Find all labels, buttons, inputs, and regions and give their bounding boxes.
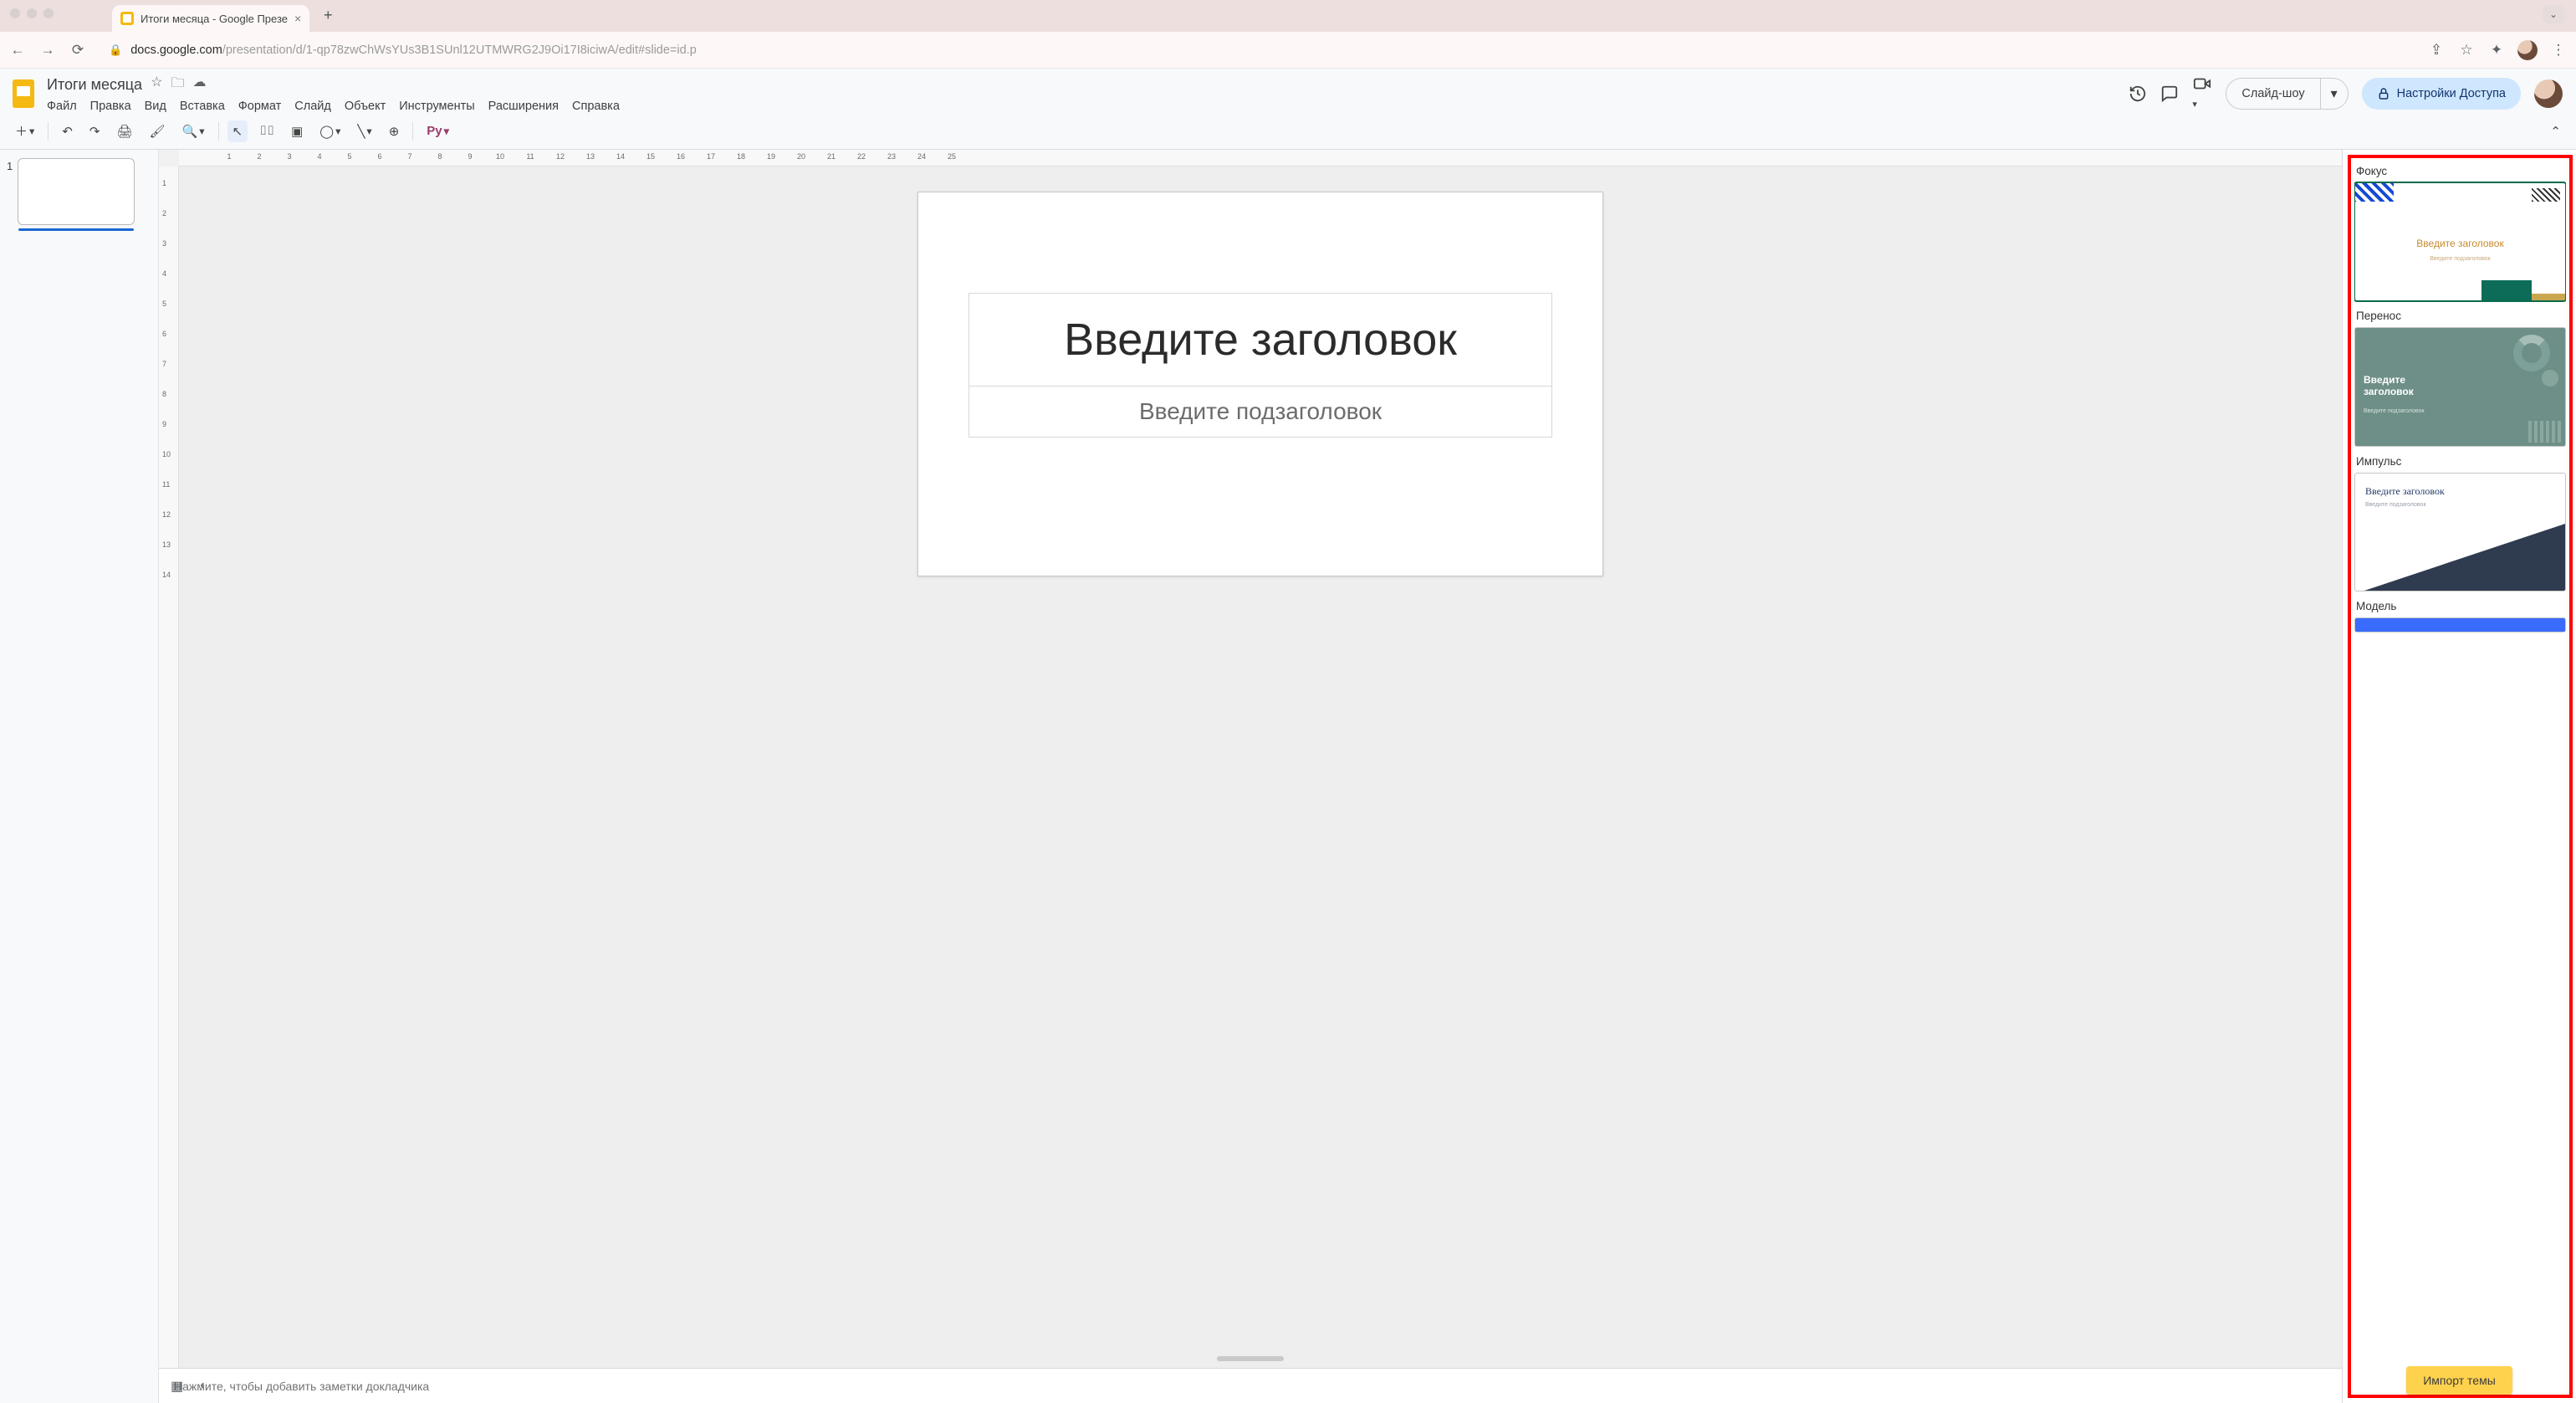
menu-insert[interactable]: Вставка [180, 100, 225, 113]
themes-panel: Темы × Фокус Введите заголовок Введите п… [2342, 150, 2576, 1403]
slide-canvas[interactable]: Введите заголовок Введите подзаголовок [179, 166, 2342, 1368]
explore-grid-icon[interactable]: ▦ [171, 1378, 183, 1395]
import-theme-label: Импорт темы [2423, 1374, 2496, 1387]
browser-toolbar: ← → ⟳ 🔒 docs.google.com/presentation/d/1… [0, 32, 2576, 69]
canvas-area: 1234567891011121314151617181920212223242… [159, 150, 2342, 1403]
menu-view[interactable]: Вид [145, 100, 166, 113]
doc-title[interactable]: Итоги месяца [47, 76, 142, 94]
notes-placeholder: Нажмите, чтобы добавить заметки докладчи… [174, 1380, 429, 1393]
app-header: Итоги месяца ☆ 🗀 ☁ Файл Правка Вид Встав… [0, 69, 2576, 113]
subtitle-placeholder[interactable]: Введите подзаголовок [969, 387, 1552, 438]
cloud-status-icon: ☁ [192, 74, 206, 96]
menu-slide[interactable]: Слайд [294, 100, 331, 113]
slides-logo-icon[interactable] [8, 79, 38, 109]
undo-icon[interactable]: ↶ [57, 120, 78, 142]
theme-name: Импульс [2356, 455, 2566, 468]
present-camera-icon[interactable]: ▾ [2192, 74, 2212, 112]
import-theme-button[interactable]: Импорт темы [2406, 1366, 2512, 1395]
browser-tab-strip: Итоги месяца - Google Презе × + ⌄ [0, 0, 2576, 32]
slide-thumbnail[interactable] [18, 158, 135, 225]
speaker-notes[interactable]: Нажмите, чтобы добавить заметки докладчи… [159, 1368, 2342, 1403]
window-controls[interactable] [10, 8, 54, 18]
tab-title: Итоги месяца - Google Презе [141, 13, 288, 25]
menu-bar: Файл Правка Вид Вставка Формат Слайд Объ… [47, 100, 620, 113]
nav-back-icon[interactable]: ← [8, 42, 27, 59]
move-folder-icon[interactable]: 🗀 [171, 74, 184, 96]
slides-app: Итоги месяца ☆ 🗀 ☁ Файл Правка Вид Встав… [0, 69, 2576, 1403]
menu-edit[interactable]: Правка [90, 100, 131, 113]
menu-extensions[interactable]: Расширения [488, 100, 559, 113]
profile-avatar-icon[interactable] [2517, 40, 2538, 60]
lock-icon: 🔒 [109, 44, 122, 57]
share-page-icon[interactable]: ⇪ [2427, 42, 2446, 59]
tab-close-icon[interactable]: × [294, 12, 301, 25]
background-button[interactable]: Py ▾ [422, 120, 454, 141]
slide-number: 1 [7, 158, 13, 1395]
print-icon[interactable]: 🖨 [111, 120, 137, 142]
window-close-icon[interactable] [10, 8, 20, 18]
url-host: docs.google.com [130, 44, 222, 57]
filmstrip[interactable]: 1 [0, 150, 159, 1403]
zoom-icon[interactable]: 🔍▾ [177, 120, 210, 142]
tab-favicon-icon [120, 12, 134, 25]
redo-icon[interactable]: ↷ [84, 120, 105, 142]
extensions-icon[interactable]: ✦ [2487, 42, 2506, 59]
line-icon[interactable]: ╲▾ [352, 120, 376, 142]
toolbar: ＋▾ ↶ ↷ 🖨 🖌 🔍▾ ↖ ⌷⌷ ▣ ◯▾ ╲▾ ⊕ Py ▾ ⌃ [0, 113, 2576, 150]
title-placeholder[interactable]: Введите заголовок [969, 293, 1552, 387]
nav-reload-icon[interactable]: ⟳ [69, 42, 87, 59]
theme-card-perenos[interactable]: Введите заголовок Введите подзаголовок [2354, 327, 2566, 446]
paint-format-icon[interactable]: 🖌 [145, 120, 171, 142]
theme-name: Фокус [2356, 165, 2566, 177]
nav-forward-icon[interactable]: → [38, 42, 57, 59]
url-path: /presentation/d/1-qp78zwChWsYUs3B1SUnl12… [222, 44, 697, 57]
menu-file[interactable]: Файл [47, 100, 77, 113]
shape-icon[interactable]: ◯▾ [314, 120, 345, 142]
menu-format[interactable]: Формат [238, 100, 282, 113]
theme-name: Модель [2356, 600, 2566, 612]
url-field[interactable]: 🔒 docs.google.com/presentation/d/1-qp78z… [99, 38, 2415, 63]
share-button[interactable]: Настройки Доступа [2362, 78, 2521, 110]
slideshow-dropdown-icon[interactable]: ▾ [2320, 78, 2349, 110]
select-tool-icon[interactable]: ↖ [227, 120, 248, 142]
main-area: 1 12345678910111213141516171819202122232… [0, 150, 2576, 1403]
toolbar-collapse-icon[interactable]: ⌃ [2545, 120, 2566, 142]
slideshow-button[interactable]: Слайд-шоу [2226, 78, 2319, 110]
menu-tools[interactable]: Инструменты [399, 100, 474, 113]
share-label: Настройки Доступа [2397, 87, 2506, 100]
menu-help[interactable]: Справка [572, 100, 620, 113]
slideshow-split-button: Слайд-шоу ▾ [2226, 78, 2348, 110]
browser-tab[interactable]: Итоги месяца - Google Презе × [112, 5, 309, 32]
bookmark-star-icon[interactable]: ☆ [2457, 42, 2476, 59]
theme-card-model[interactable] [2354, 617, 2566, 632]
slide[interactable]: Введите заголовок Введите подзаголовок [917, 192, 1603, 576]
image-icon[interactable]: ▣ [286, 120, 308, 142]
ruler-vertical: 1234567891011121314 [159, 166, 179, 1368]
history-icon[interactable] [2129, 84, 2147, 103]
ruler-horizontal: 1234567891011121314151617181920212223242… [179, 150, 2342, 166]
lock-icon [2377, 87, 2390, 100]
window-min-icon[interactable] [27, 8, 37, 18]
star-icon[interactable]: ☆ [151, 74, 162, 96]
comment-add-icon[interactable]: ⊕ [384, 120, 405, 142]
textbox-icon[interactable]: ⌷⌷ [254, 120, 279, 141]
menu-object[interactable]: Объект [345, 100, 386, 113]
theme-card-focus[interactable]: Введите заголовок Введите подзаголовок [2354, 182, 2566, 301]
canvas-scrollbar[interactable] [1217, 1356, 1284, 1361]
new-tab-button[interactable]: + [316, 3, 340, 27]
tabs-collapse-icon[interactable]: ⌄ [2543, 5, 2564, 23]
filmstrip-collapse-icon[interactable]: ‹ [200, 1378, 204, 1395]
theme-card-impuls[interactable]: Введите заголовок Введите подзаголовок [2354, 473, 2566, 591]
window-max-icon[interactable] [43, 8, 54, 18]
theme-name: Перенос [2356, 310, 2566, 322]
account-avatar-icon[interactable] [2534, 79, 2563, 108]
new-slide-button[interactable]: ＋▾ [10, 119, 39, 143]
comments-icon[interactable] [2160, 84, 2179, 103]
chrome-menu-icon[interactable]: ⋮ [2549, 42, 2568, 59]
